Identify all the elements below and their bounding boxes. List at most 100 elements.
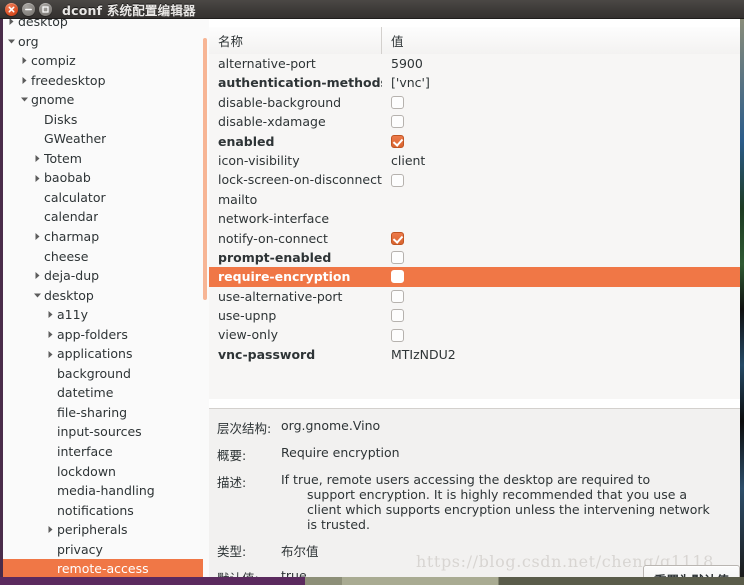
tree-item-charmap[interactable]: charmap xyxy=(3,227,204,247)
tree-item-Disks[interactable]: Disks xyxy=(3,110,204,130)
key-row[interactable]: authentication-methods ['vnc'] xyxy=(209,73,740,92)
key-value[interactable] xyxy=(382,251,740,265)
tree-item-cheese[interactable]: cheese xyxy=(3,247,204,267)
detail-label-type: 类型: xyxy=(217,544,247,559)
key-value[interactable]: 5900 xyxy=(382,54,740,73)
key-value[interactable]: MTIzNDU2 xyxy=(382,345,740,364)
sidebar-scrollbar-thumb[interactable] xyxy=(203,38,207,300)
chevron-right-icon[interactable] xyxy=(31,271,44,280)
tree-item-GWeather[interactable]: GWeather xyxy=(3,129,204,149)
tree-item-label: cheese xyxy=(44,248,89,264)
key-value[interactable] xyxy=(382,231,740,245)
key-row[interactable]: require-encryption xyxy=(209,267,740,287)
key-value[interactable] xyxy=(382,270,740,284)
checkbox-unchecked-icon[interactable] xyxy=(391,95,404,109)
tree-item-lockdown[interactable]: lockdown xyxy=(3,462,204,482)
chevron-right-icon[interactable] xyxy=(44,310,57,319)
checkbox-checked-icon[interactable] xyxy=(391,134,404,148)
key-row[interactable]: alternative-port 5900 xyxy=(209,54,740,73)
key-row[interactable]: notify-on-connect xyxy=(209,229,740,248)
schema-tree-sidebar[interactable]: desktop org compiz freedesktop gnome Disks GWe… xyxy=(3,18,204,585)
key-row[interactable]: icon-visibility client xyxy=(209,151,740,170)
tree-item-notifications[interactable]: notifications xyxy=(3,501,204,521)
tree-item-calendar[interactable]: calendar xyxy=(3,207,204,227)
key-name: network-interface xyxy=(218,211,330,227)
key-value[interactable] xyxy=(382,115,740,129)
key-value[interactable] xyxy=(382,173,740,187)
tree-item-desktop[interactable]: desktop xyxy=(3,18,204,32)
key-row[interactable]: disable-xdamage xyxy=(209,112,740,131)
key-value[interactable] xyxy=(382,289,740,303)
key-row[interactable]: mailto xyxy=(209,190,740,209)
chevron-down-icon[interactable] xyxy=(5,38,18,45)
key-row[interactable]: use-upnp xyxy=(209,306,740,325)
key-value[interactable] xyxy=(382,309,740,323)
key-row[interactable]: disable-background xyxy=(209,93,740,112)
key-value[interactable] xyxy=(382,328,740,342)
checkbox-unchecked-icon[interactable] xyxy=(391,270,404,284)
chevron-right-icon[interactable] xyxy=(44,330,57,339)
keylist-body[interactable]: alternative-port 5900 authentication-metho… xyxy=(209,54,740,399)
tree-item-file-sharing[interactable]: file-sharing xyxy=(3,403,204,423)
checkbox-unchecked-icon[interactable] xyxy=(391,289,404,303)
chevron-right-icon[interactable] xyxy=(18,76,31,85)
tree-item-compiz[interactable]: compiz xyxy=(3,51,204,71)
key-row[interactable]: use-alternative-port xyxy=(209,287,740,306)
key-row[interactable]: prompt-enabled xyxy=(209,248,740,267)
key-value[interactable] xyxy=(382,134,740,148)
close-icon[interactable] xyxy=(5,2,18,16)
tree-item-remote-access[interactable]: remote-access xyxy=(3,559,204,579)
tree-item-interface[interactable]: interface xyxy=(3,442,204,462)
checkbox-unchecked-icon[interactable] xyxy=(391,173,404,187)
tree-item-org[interactable]: org xyxy=(3,32,204,52)
tree-item-applications[interactable]: applications xyxy=(3,344,204,364)
tree-item-background[interactable]: background xyxy=(3,364,204,384)
chevron-right-icon[interactable] xyxy=(31,174,44,183)
key-row[interactable]: enabled xyxy=(209,132,740,151)
chevron-right-icon[interactable] xyxy=(31,232,44,241)
tree-item-peripherals[interactable]: peripherals xyxy=(3,520,204,540)
checkbox-unchecked-icon[interactable] xyxy=(391,309,404,323)
tree-item-desktop[interactable]: desktop xyxy=(3,286,204,306)
detail-row-schema: 层次结构: org.gnome.Vino xyxy=(209,418,740,437)
detail-row-description: 描述: If true, remote users accessing the … xyxy=(209,472,740,532)
tree-item-baobab[interactable]: baobab xyxy=(3,168,204,188)
tree-item-media-handling[interactable]: media-handling xyxy=(3,481,204,501)
chevron-right-icon[interactable] xyxy=(44,350,57,359)
tree-item-label: media-handling xyxy=(57,483,155,499)
checkbox-unchecked-icon[interactable] xyxy=(391,115,404,129)
chevron-down-icon[interactable] xyxy=(18,96,31,103)
key-value[interactable]: ['vnc'] xyxy=(382,73,740,92)
checkbox-checked-icon[interactable] xyxy=(391,231,404,245)
tree-item-gnome[interactable]: gnome xyxy=(3,90,204,110)
minimize-icon[interactable] xyxy=(22,2,35,16)
tree-item-deja-dup[interactable]: deja-dup xyxy=(3,266,204,286)
tree-item-datetime[interactable]: datetime xyxy=(3,383,204,403)
tree-item-input-sources[interactable]: input-sources xyxy=(3,422,204,442)
checkbox-unchecked-icon[interactable] xyxy=(391,251,404,265)
chevron-down-icon[interactable] xyxy=(31,292,44,299)
key-row[interactable]: lock-screen-on-disconnect xyxy=(209,170,740,189)
key-row[interactable]: vnc-password MTIzNDU2 xyxy=(209,345,740,364)
tree-item-label: applications xyxy=(57,346,133,362)
tree-item-a11y[interactable]: a11y xyxy=(3,305,204,325)
tree-item-calculator[interactable]: calculator xyxy=(3,188,204,208)
chevron-right-icon[interactable] xyxy=(5,18,18,26)
tree-item-freedesktop[interactable]: freedesktop xyxy=(3,71,204,91)
key-row[interactable]: network-interface xyxy=(209,209,740,228)
checkbox-unchecked-icon[interactable] xyxy=(391,328,404,342)
column-header-name[interactable]: 名称 xyxy=(209,27,382,54)
chevron-right-icon[interactable] xyxy=(18,56,31,65)
tree-item-app-folders[interactable]: app-folders xyxy=(3,325,204,345)
tree-item-Totem[interactable]: Totem xyxy=(3,149,204,169)
tree-item-privacy[interactable]: privacy xyxy=(3,540,204,560)
key-value[interactable]: client xyxy=(382,151,740,170)
key-value[interactable] xyxy=(382,95,740,109)
maximize-icon[interactable] xyxy=(39,2,52,16)
tree-item-label: Disks xyxy=(44,111,78,127)
chevron-right-icon[interactable] xyxy=(44,525,57,534)
chevron-right-icon[interactable] xyxy=(31,154,44,163)
tree-item-label: interface xyxy=(57,444,113,460)
key-row[interactable]: view-only xyxy=(209,325,740,344)
column-header-value[interactable]: 值 xyxy=(382,27,740,54)
